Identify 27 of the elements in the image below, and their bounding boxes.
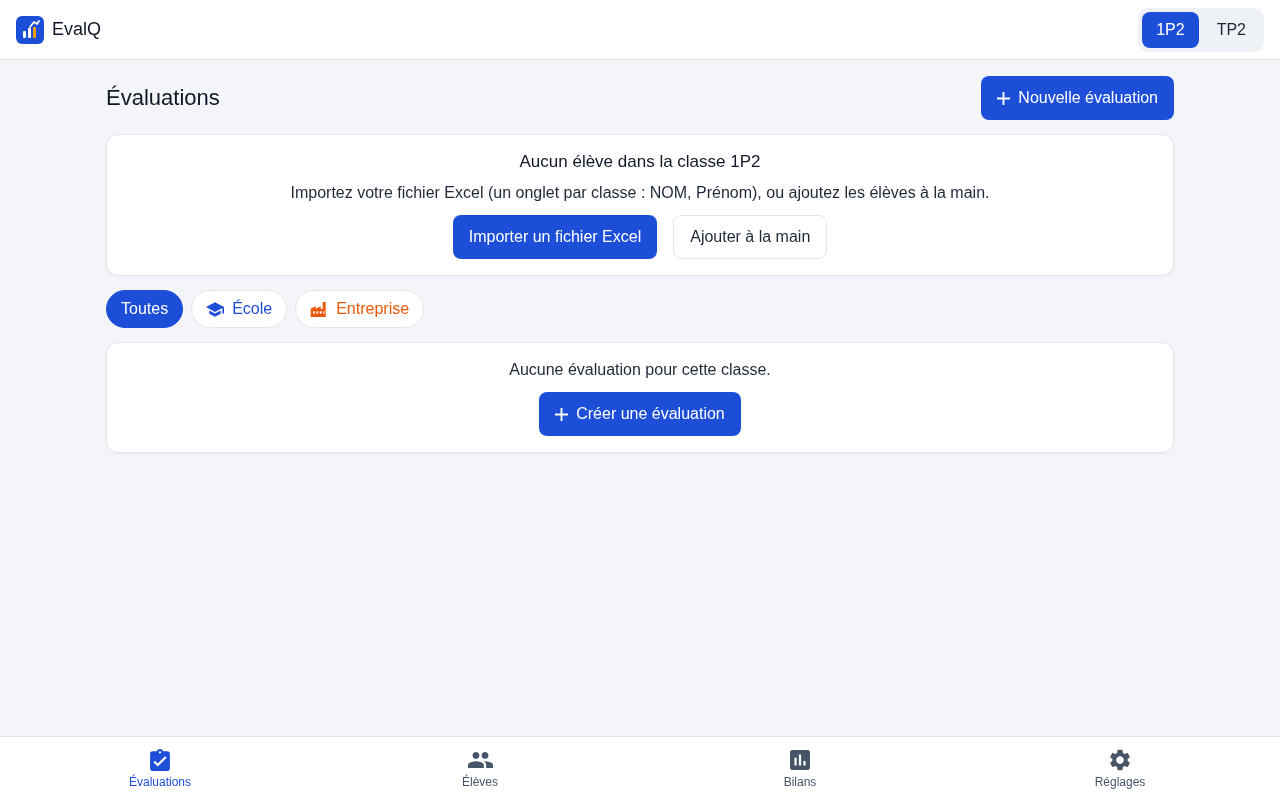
factory-icon [310,301,329,317]
new-evaluation-button[interactable]: Nouvelle évaluation [981,76,1174,120]
bar-chart-logo-icon [16,15,44,44]
clipboard-check-icon [150,748,170,771]
page-title: Évaluations [106,85,220,111]
plus-icon [997,91,1011,105]
empty-students-message: Importez votre fichier Excel (un onglet par classe : NOM, Prénom), ou ajoutez les élèves à la main. [290,183,990,203]
class-tab[interactable]: 1P2 [1142,11,1199,48]
filter-chip[interactable]: Entreprise [295,290,425,328]
bar-chart-icon [790,748,810,771]
graduation-cap-icon [206,301,225,317]
filter-chip[interactable]: Toutes [106,290,184,328]
settings-icon [1110,748,1130,771]
nav-item[interactable]: Réglages [960,737,1280,800]
people-icon [467,751,493,768]
create-evaluation-button[interactable]: Créer une évaluation [539,392,741,436]
empty-evaluations-message: Aucune évaluation pour cette classe. [509,360,771,380]
add-manually-button[interactable]: Ajouter à la main [673,215,828,259]
class-tab[interactable]: TP2 [1202,11,1260,48]
filter-chip[interactable]: École [191,290,288,328]
app-name: EvalQ [52,19,102,40]
nav-item[interactable]: Bilans [640,737,960,800]
empty-students-title: Aucun élève dans la classe 1P2 [519,151,761,173]
nav-item[interactable]: Évaluations [0,737,320,800]
nav-item[interactable]: Élèves [320,737,640,800]
plus-icon [555,407,569,421]
import-excel-button[interactable]: Importer un fichier Excel [452,215,658,259]
